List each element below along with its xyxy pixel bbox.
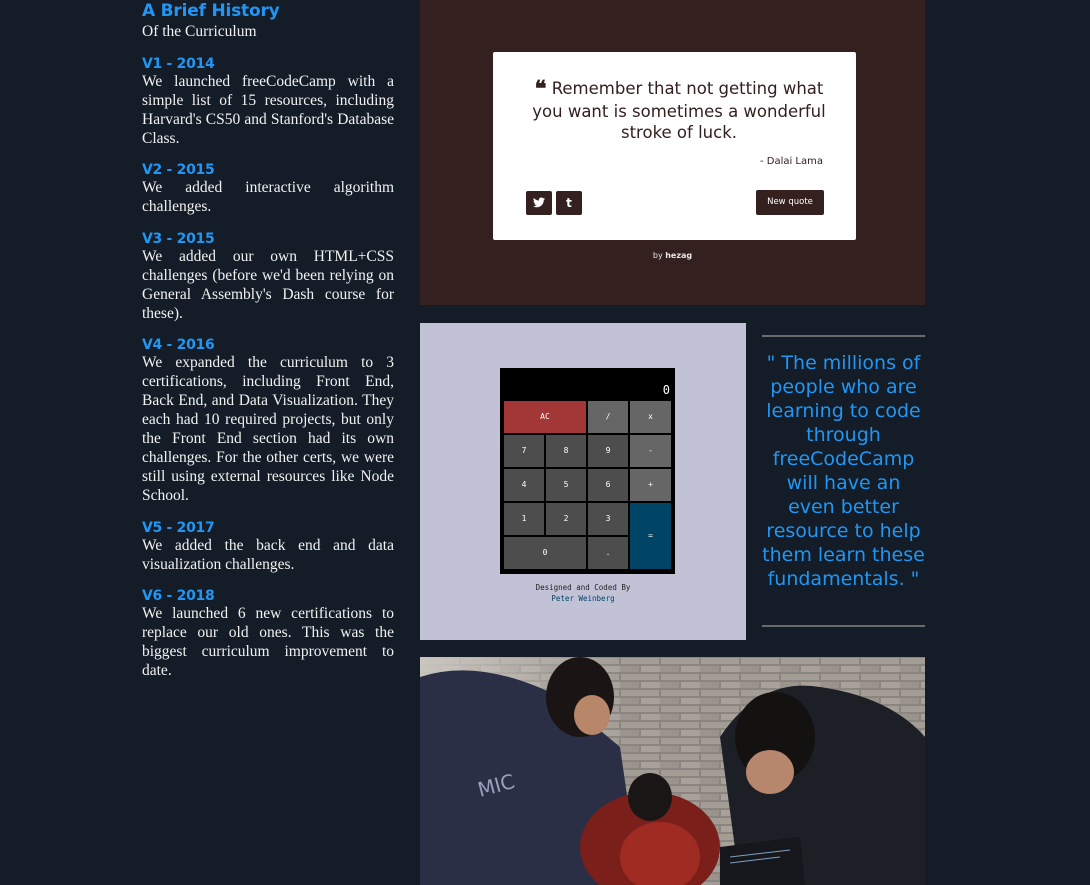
history-title: A Brief History xyxy=(142,1,280,21)
tumblr-button[interactable]: t xyxy=(556,191,582,215)
quote-card: ❝ Remember that not getting what you wan… xyxy=(493,52,856,240)
version-block-v6: V6 - 2018 We launched 6 new certificatio… xyxy=(142,588,394,680)
history-subtitle: Of the Curriculum xyxy=(142,23,257,40)
quote-author: - Dalai Lama xyxy=(759,156,823,167)
photo-illustration: MIC xyxy=(420,657,925,885)
key-0[interactable]: 0 xyxy=(503,536,587,570)
key-1[interactable]: 1 xyxy=(503,502,545,536)
tumblr-icon: t xyxy=(566,196,572,210)
version-label: V3 - 2015 xyxy=(142,231,215,247)
version-label: V4 - 2016 xyxy=(142,337,215,353)
key-8[interactable]: 8 xyxy=(545,434,587,468)
version-block-v4: V4 - 2016 We expanded the curriculum to … xyxy=(142,337,394,505)
credit-line: Designed and Coded By xyxy=(535,583,631,592)
version-label: V5 - 2017 xyxy=(142,520,215,536)
version-label: V2 - 2015 xyxy=(142,162,215,178)
version-description: We launched freeCodeCamp with a simple l… xyxy=(142,73,394,147)
students-coding-photo: MIC xyxy=(420,657,925,885)
version-block-v1: V1 - 2014 We launched freeCodeCamp with … xyxy=(142,56,394,148)
version-block-v2: V2 - 2015 We added interactive algorithm… xyxy=(142,162,394,216)
key-decimal[interactable]: . xyxy=(587,536,629,570)
version-description: We launched 6 new certifications to repl… xyxy=(142,605,394,679)
version-block-v3: V3 - 2015 We added our own HTML+CSS chal… xyxy=(142,231,394,323)
quote-machine-credit: by hezag xyxy=(420,251,925,260)
key-5[interactable]: 5 xyxy=(545,468,587,502)
version-label: V6 - 2018 xyxy=(142,588,215,604)
key-4[interactable]: 4 xyxy=(503,468,545,502)
version-label: V1 - 2014 xyxy=(142,56,215,72)
new-quote-button[interactable]: New quote xyxy=(756,190,824,215)
key-multiply[interactable]: x xyxy=(629,400,672,434)
calculator-display: 0 xyxy=(662,383,670,397)
twitter-icon xyxy=(533,197,545,208)
quote-machine-project[interactable]: ❝ Remember that not getting what you wan… xyxy=(420,0,925,305)
key-9[interactable]: 9 xyxy=(587,434,629,468)
quote-left-icon: ❝ xyxy=(534,76,547,102)
history-section: A Brief History Of the Curriculum V1 - 2… xyxy=(142,0,394,679)
version-description: We added interactive algorithm challenge… xyxy=(142,179,394,215)
quote-body: Remember that not getting what you want … xyxy=(532,79,826,142)
version-description: We expanded the curriculum to 3 certific… xyxy=(142,354,394,504)
calculator-credit: Designed and Coded By Peter Weinberg xyxy=(420,582,746,604)
key-plus[interactable]: + xyxy=(629,468,672,502)
version-description: We added the back end and data visualiza… xyxy=(142,537,394,573)
key-minus[interactable]: - xyxy=(629,434,672,468)
key-7[interactable]: 7 xyxy=(503,434,545,468)
testimonial-text: " The millions of people who are learnin… xyxy=(762,352,925,590)
key-divide[interactable]: / xyxy=(587,400,629,434)
key-3[interactable]: 3 xyxy=(587,502,629,536)
credit-prefix: by xyxy=(652,251,663,260)
credit-link[interactable]: hezag xyxy=(665,251,692,260)
version-block-v5: V5 - 2017 We added the back end and data… xyxy=(142,520,394,574)
quote-text: ❝ Remember that not getting what you wan… xyxy=(529,78,829,144)
key-6[interactable]: 6 xyxy=(587,468,629,502)
version-description: We added our own HTML+CSS challenges (be… xyxy=(142,248,394,322)
key-2[interactable]: 2 xyxy=(545,502,587,536)
key-equals[interactable]: = xyxy=(629,502,672,570)
calculator-project[interactable]: 0 AC / x 7 8 9 - 4 5 6 + 1 2 3 = 0 . Des… xyxy=(420,323,746,640)
calculator-body: 0 AC / x 7 8 9 - 4 5 6 + 1 2 3 = 0 . xyxy=(500,368,675,574)
credit-author-link[interactable]: Peter Weinberg xyxy=(420,593,746,604)
tweet-button[interactable] xyxy=(526,191,552,215)
key-ac[interactable]: AC xyxy=(503,400,587,434)
testimonial-quote: " The millions of people who are learnin… xyxy=(762,335,925,627)
